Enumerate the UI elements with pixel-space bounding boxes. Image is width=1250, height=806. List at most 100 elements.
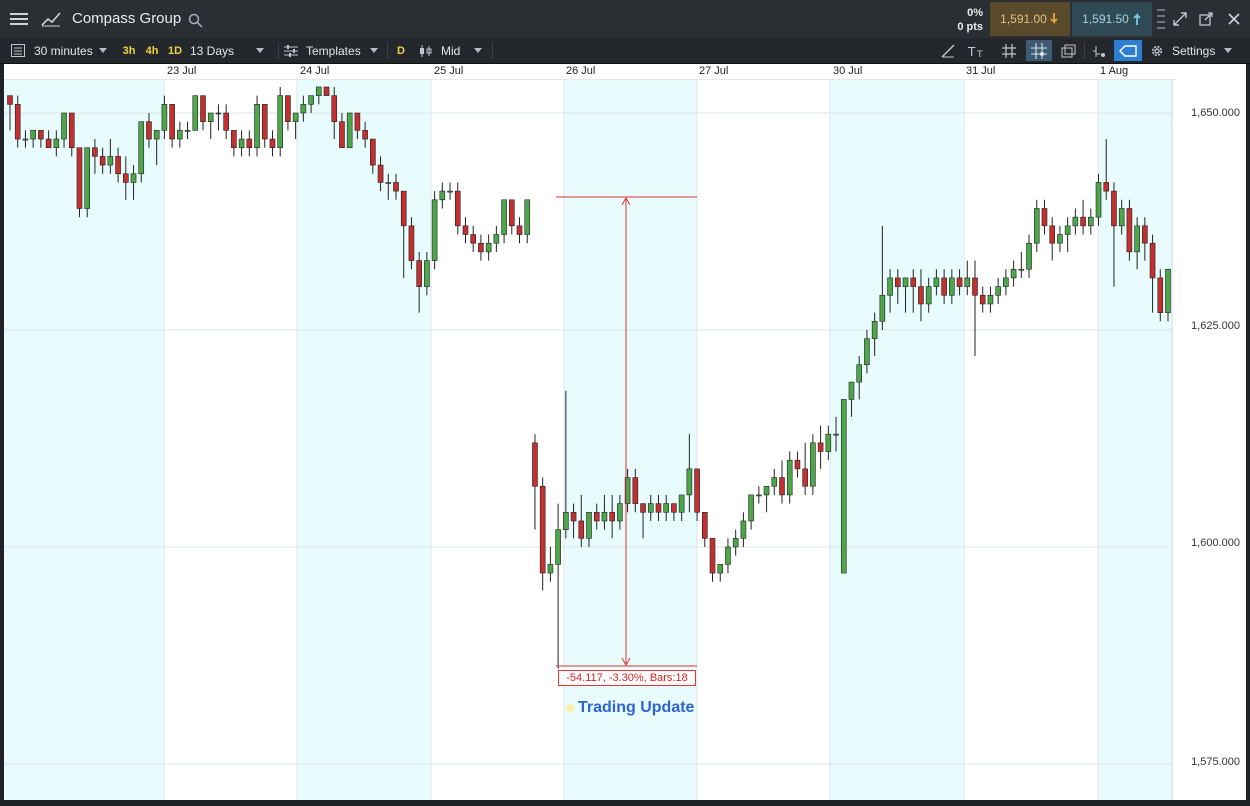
search-button[interactable]	[186, 11, 204, 29]
d-button[interactable]: D	[393, 41, 409, 60]
interval-dropdown[interactable]: 30 minutes	[34, 41, 116, 60]
session-shading	[4, 80, 164, 800]
candle-body	[123, 173, 129, 183]
candle-body	[38, 130, 44, 140]
candle-body	[292, 112, 299, 122]
chart-list-button[interactable]	[8, 41, 28, 60]
candle-body	[138, 121, 145, 175]
sell-price: 1,591.00	[1000, 12, 1047, 26]
candle-body	[532, 442, 538, 487]
candle-body	[686, 468, 693, 496]
candle-body	[601, 511, 608, 522]
candle-body	[238, 138, 245, 149]
instrument-name[interactable]: Compass Group	[72, 10, 181, 27]
candle-body	[609, 511, 615, 522]
candle-body	[987, 294, 994, 305]
candle-body	[300, 104, 307, 114]
candle-body	[539, 485, 546, 574]
candle-body	[1049, 225, 1055, 244]
candle-body	[231, 130, 237, 149]
candle-body	[354, 112, 361, 131]
candle-body	[393, 182, 399, 192]
divider	[278, 42, 279, 59]
price-tick: 1,600.000	[1191, 537, 1240, 549]
event-marker[interactable]: Trading Update	[566, 699, 694, 717]
preset-1d[interactable]: 1D	[165, 41, 185, 60]
candle-body	[1134, 225, 1140, 253]
grid-toggle-button[interactable]	[998, 41, 1020, 60]
candle-body	[848, 381, 855, 400]
session-shading	[830, 80, 964, 800]
price-type-dropdown[interactable]: Mid	[418, 41, 488, 60]
candle-body	[7, 95, 13, 105]
list-icon	[11, 44, 25, 57]
candle-body	[979, 294, 986, 305]
candle-body	[177, 130, 183, 140]
layers-button[interactable]	[1058, 41, 1080, 60]
candle-body	[1018, 268, 1025, 271]
date-label: 23 Jul	[167, 65, 197, 77]
text-tool-button[interactable]: TT	[966, 41, 988, 60]
candle-body	[254, 104, 260, 149]
candle-body	[725, 546, 731, 565]
preset-4h[interactable]: 4h	[142, 41, 162, 60]
trendline-icon	[941, 44, 955, 57]
range-dropdown[interactable]: 13 Days	[190, 41, 276, 60]
buy-button[interactable]: 1,591.50	[1072, 2, 1152, 36]
date-label: 26 Jul	[566, 65, 596, 77]
sell-button[interactable]: 1,591.00	[990, 2, 1070, 36]
candle-body	[424, 260, 430, 287]
draw-trendline-button[interactable]	[938, 41, 958, 60]
price-tick: 1,650.000	[1191, 107, 1240, 119]
templates-label: Templates	[306, 43, 361, 58]
expand-button[interactable]	[1170, 9, 1190, 29]
preset-3h[interactable]: 3h	[119, 41, 139, 60]
candle-body	[640, 503, 646, 513]
candle-body	[1157, 277, 1164, 313]
range-label: 13 Days	[190, 43, 235, 58]
search-icon	[188, 13, 203, 28]
pop-out-button[interactable]	[1196, 9, 1216, 29]
caret-down-icon	[256, 48, 265, 53]
candle-body	[53, 138, 60, 149]
preset-1d-label: 1D	[167, 44, 183, 57]
candle-body	[563, 511, 569, 530]
candle-body	[454, 190, 461, 227]
candle-body	[802, 468, 808, 487]
date-label: 31 Jul	[966, 65, 996, 77]
candle-body	[1010, 268, 1017, 279]
price-axis: 1,650.000 1,625.000 1,600.000 1,575.000	[1176, 64, 1246, 800]
candle-body	[99, 156, 106, 166]
chart-type-button[interactable]	[36, 4, 66, 34]
candle-body	[902, 277, 909, 287]
measure-readout[interactable]: -54.117, -3.30%, Bars:18	[558, 670, 696, 686]
price-tick: 1,625.000	[1191, 320, 1240, 332]
crosshair-grid-button[interactable]	[1026, 40, 1052, 61]
candle-body	[269, 138, 276, 149]
candle-body	[61, 112, 67, 140]
preset-4h-label: 4h	[145, 44, 159, 57]
candle-body	[856, 364, 863, 383]
templates-dropdown[interactable]: Templates	[284, 41, 384, 60]
candle-body	[1126, 208, 1133, 253]
candle-body	[315, 86, 322, 96]
arrow-up-icon	[1133, 12, 1141, 25]
chart-area[interactable]	[4, 64, 1246, 800]
gear-icon	[1151, 45, 1163, 56]
price-chart[interactable]	[4, 64, 1246, 800]
settings-dropdown[interactable]: Settings	[1150, 41, 1245, 60]
label-tag-button[interactable]	[1114, 40, 1142, 61]
candle-body	[918, 286, 924, 305]
close-button[interactable]	[1224, 9, 1244, 29]
candle-body	[447, 190, 453, 193]
menu-button[interactable]	[4, 4, 34, 34]
candle-body	[92, 147, 98, 157]
candle-body	[825, 433, 832, 452]
drag-handle[interactable]	[1155, 4, 1167, 34]
candle-body	[1064, 225, 1071, 235]
candle-body	[508, 199, 515, 227]
candle-body	[1149, 242, 1156, 279]
candle-body	[408, 225, 415, 261]
candle-body	[717, 564, 724, 574]
indicator-button[interactable]	[1088, 41, 1110, 60]
